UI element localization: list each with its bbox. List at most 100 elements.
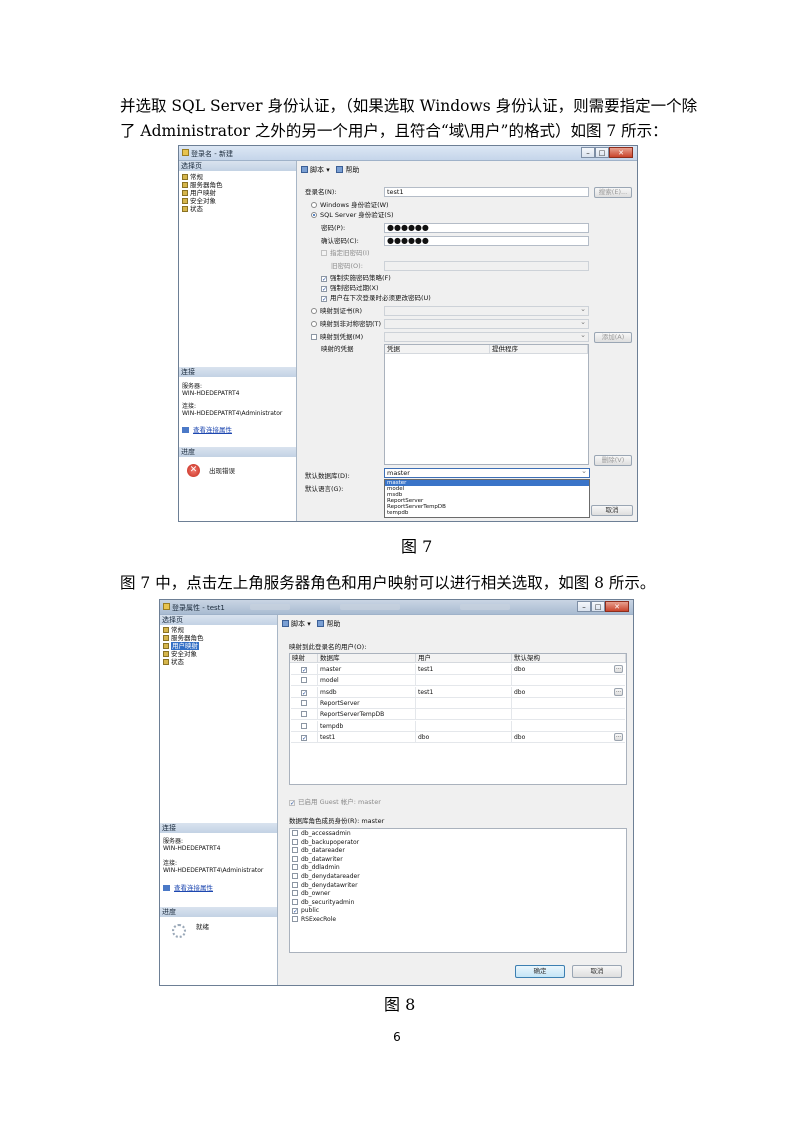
schema-cell[interactable] — [512, 709, 627, 720]
checkbox-icon[interactable] — [292, 916, 298, 922]
specify-old-password-checkbox[interactable]: 指定旧密码(I) — [321, 249, 370, 257]
close-button[interactable]: ✕ — [605, 601, 629, 612]
table-row[interactable]: ReportServer — [291, 697, 627, 709]
schema-cell[interactable] — [512, 698, 627, 709]
user-cell[interactable] — [416, 709, 512, 721]
map-asymmetric-key-radio[interactable]: 映射到非对称密钥(T) — [311, 320, 381, 328]
list-item[interactable]: RSExecRole — [292, 916, 336, 925]
remove-button[interactable]: 删除(V) — [594, 455, 632, 466]
map-cell[interactable] — [291, 675, 318, 687]
database-dropdown-list[interactable]: master model msdb ReportServer ReportSer… — [384, 479, 590, 518]
help-button[interactable]: 帮助 — [317, 620, 340, 628]
user-cell[interactable] — [416, 720, 512, 732]
user-cell[interactable]: test1 — [416, 664, 512, 675]
table-row[interactable]: tempdb — [291, 720, 627, 732]
maximize-button[interactable]: □ — [595, 147, 609, 158]
credential-select[interactable] — [384, 332, 589, 342]
checkbox-icon[interactable] — [292, 830, 298, 836]
add-button[interactable]: 添加(A) — [594, 332, 632, 343]
table-row[interactable]: ✓ master test1 dbo… — [291, 664, 625, 675]
browse-schema-button[interactable]: … — [614, 665, 623, 673]
old-password-input[interactable] — [384, 261, 589, 271]
cancel-button[interactable]: 取消 — [591, 505, 633, 516]
search-button[interactable]: 搜索(E)... — [594, 187, 632, 198]
sql-auth-radio[interactable]: SQL Server 身份验证(S) — [311, 211, 394, 219]
map-certificate-radio[interactable]: 映射到证书(R) — [311, 307, 362, 315]
checkbox-icon[interactable] — [301, 722, 307, 729]
ok-button[interactable]: 确定 — [515, 965, 565, 978]
nav-securables[interactable]: 安全对象 — [163, 650, 197, 658]
map-cell[interactable]: ✓ — [291, 731, 318, 743]
map-cell[interactable] — [291, 697, 318, 709]
view-connection-properties-link[interactable]: 查看连接属性 — [163, 882, 213, 892]
nav-securables[interactable]: 安全对象 — [182, 197, 216, 205]
nav-status[interactable]: 状态 — [182, 205, 203, 213]
checkbox-checked-icon[interactable]: ✓ — [292, 908, 298, 915]
nav-status[interactable]: 状态 — [163, 658, 184, 666]
list-item[interactable]: db_datawriter — [292, 855, 343, 865]
close-button[interactable]: ✕ — [609, 147, 633, 158]
map-cell[interactable] — [291, 709, 318, 721]
checkbox-icon[interactable] — [292, 838, 298, 845]
map-cell[interactable]: ✓ — [291, 686, 318, 698]
dropdown-option[interactable]: tempdb — [385, 510, 589, 516]
schema-cell[interactable]: dbo — [512, 664, 627, 675]
checkbox-icon[interactable] — [301, 711, 307, 718]
nav-user-mapping[interactable]: 用户映射 — [163, 642, 199, 650]
user-cell[interactable]: dbo — [416, 731, 512, 743]
schema-cell[interactable]: dbo — [512, 687, 627, 698]
asymmetric-key-select[interactable] — [384, 319, 589, 329]
checkbox-icon[interactable] — [301, 677, 307, 684]
help-button[interactable]: 帮助 — [336, 166, 359, 174]
map-cell[interactable]: ✓ — [291, 664, 318, 675]
schema-cell[interactable]: dbo — [512, 732, 627, 743]
checkbox-icon[interactable] — [292, 847, 298, 854]
checkbox-checked-icon[interactable]: ✓ — [301, 667, 307, 674]
enforce-expiration-checkbox[interactable]: ✓ 强制密码过期(X) — [321, 284, 379, 293]
checkbox-icon[interactable] — [301, 699, 307, 706]
minimize-button[interactable]: – — [581, 147, 595, 158]
user-cell[interactable]: test1 — [416, 686, 512, 698]
list-item[interactable]: db_denydatareader — [292, 873, 360, 882]
list-item[interactable]: db_denydatawriter — [292, 881, 358, 891]
windows-auth-radio[interactable]: Windows 身份验证(W) — [311, 201, 389, 209]
mapped-credentials-grid[interactable]: 凭据 提供程序 — [384, 344, 589, 465]
nav-user-mapping[interactable]: 用户映射 — [182, 189, 216, 197]
login-name-input[interactable]: test1 — [384, 187, 589, 197]
user-mapping-grid[interactable]: 映射 数据库 用户 默认架构 ✓ master test1 dbo… model ✓ msd… — [289, 653, 627, 785]
user-cell[interactable] — [416, 675, 512, 687]
map-credential-checkbox[interactable]: 映射到凭据(M) — [311, 333, 363, 341]
user-cell[interactable] — [416, 697, 512, 709]
table-row[interactable]: ✓ test1 dbo dbo… — [291, 731, 627, 743]
checkbox-checked-icon[interactable]: ✓ — [301, 689, 307, 696]
certificate-select[interactable] — [384, 306, 589, 316]
schema-cell[interactable] — [512, 721, 627, 732]
checkbox-checked-icon[interactable]: ✓ — [301, 734, 307, 741]
script-button[interactable]: 脚本 ▾ — [301, 166, 330, 174]
list-item[interactable]: ✓ public — [292, 907, 319, 916]
list-item[interactable]: db_datareader — [292, 847, 345, 856]
list-item[interactable]: db_accessadmin — [292, 830, 351, 839]
list-item[interactable]: db_backupoperator — [292, 838, 359, 848]
nav-server-roles[interactable]: 服务器角色 — [182, 181, 223, 189]
nav-general[interactable]: 常规 — [182, 173, 203, 181]
list-item[interactable]: db_ddladmin — [292, 864, 340, 873]
checkbox-icon[interactable] — [292, 890, 298, 897]
table-row[interactable]: model — [291, 675, 627, 687]
script-button[interactable]: 脚本 ▾ — [282, 620, 311, 628]
list-item[interactable]: db_owner — [292, 890, 330, 899]
checkbox-icon[interactable] — [292, 881, 298, 888]
checkbox-icon[interactable] — [292, 898, 298, 905]
must-change-checkbox[interactable]: ✓ 用户在下次登录时必须更改密码(U) — [321, 294, 431, 303]
checkbox-icon[interactable] — [292, 855, 298, 862]
database-role-list[interactable]: db_accessadmin db_backupoperator db_datare… — [289, 828, 627, 953]
browse-schema-button[interactable]: … — [614, 687, 623, 696]
schema-cell[interactable] — [512, 675, 627, 686]
confirm-password-input[interactable]: ●●●●●● — [384, 236, 589, 246]
nav-server-roles[interactable]: 服务器角色 — [163, 634, 204, 642]
nav-general[interactable]: 常规 — [163, 626, 184, 634]
default-database-select[interactable]: master — [384, 468, 590, 478]
minimize-button[interactable]: – — [577, 601, 591, 612]
map-cell[interactable] — [291, 720, 318, 732]
enforce-policy-checkbox[interactable]: ✓ 强制实施密码策略(F) — [321, 274, 391, 283]
